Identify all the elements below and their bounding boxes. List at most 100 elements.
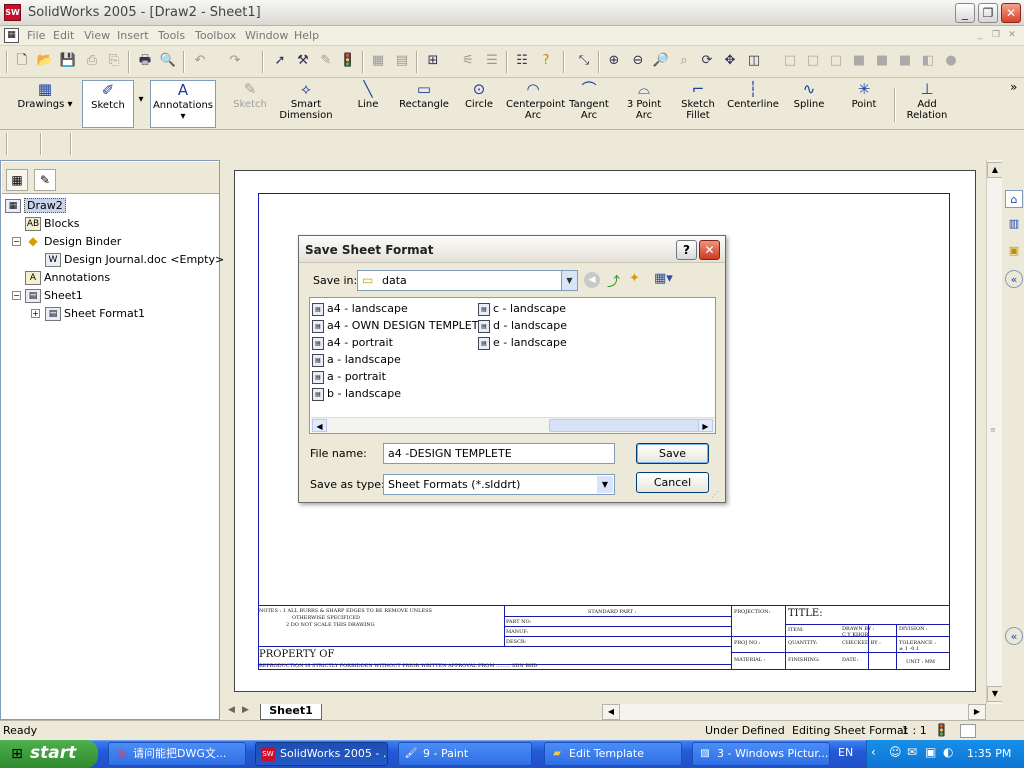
file-item[interactable]: ▤ c - landscape bbox=[478, 300, 598, 317]
sketch-tab[interactable]: ✐ Sketch bbox=[82, 80, 134, 128]
undo-icon[interactable]: ↶ bbox=[190, 51, 210, 71]
new-icon[interactable]: 🗋 bbox=[12, 51, 32, 71]
menu-toolbox[interactable]: Toolbox bbox=[195, 29, 236, 42]
select-pointer-icon[interactable]: ➚ bbox=[270, 51, 290, 71]
add-relation-button[interactable]: ⊥ Add Relation bbox=[902, 80, 952, 128]
dialog-help-button[interactable]: ? bbox=[676, 240, 697, 260]
tree-item-design-binder[interactable]: − ◆ Design Binder bbox=[5, 233, 215, 251]
help-icon[interactable]: ? bbox=[536, 51, 556, 71]
smart-dimension-button[interactable]: ⟡ Smart Dimension bbox=[278, 80, 334, 128]
insert-view-icon[interactable]: ⊞ bbox=[423, 51, 443, 71]
expand-pane-icon[interactable]: « bbox=[1005, 627, 1023, 645]
drawings-tab[interactable]: ▦ Drawings ▾ bbox=[10, 80, 80, 128]
properties-icon[interactable]: ☷ bbox=[512, 51, 532, 71]
file-item[interactable]: ▤ b - landscape bbox=[312, 385, 480, 402]
zoom-area-icon[interactable]: ⊖ bbox=[628, 51, 648, 71]
toolbar-grip[interactable] bbox=[6, 133, 8, 155]
tray-expand-icon[interactable]: ‹ bbox=[871, 745, 876, 759]
file-item[interactable]: ▤ a4 - OWN DESIGN TEMPLETE bbox=[312, 317, 485, 334]
open-icon[interactable]: 📂 bbox=[35, 51, 55, 71]
menu-file[interactable]: File bbox=[27, 29, 45, 42]
volume-icon[interactable]: ◐ bbox=[943, 745, 953, 759]
taskbar-item-edit-template[interactable]: ▰ Edit Template bbox=[544, 742, 682, 766]
file-item[interactable]: ▤ a4 - portrait bbox=[312, 334, 480, 351]
network-icon[interactable]: ▣ bbox=[925, 745, 936, 759]
taskbar-item-paint[interactable]: 🖌 9 - Paint bbox=[398, 742, 532, 766]
save-in-select[interactable]: ▭ data bbox=[357, 270, 578, 291]
zoom-preview-icon[interactable]: 🔍 bbox=[158, 51, 178, 71]
print-preview-icon[interactable]: ⎘ bbox=[104, 51, 124, 71]
zoom-in-out-icon[interactable]: 🔎 bbox=[651, 51, 671, 71]
line-button[interactable]: ╲ Line bbox=[348, 80, 388, 128]
shadows-icon[interactable]: ■ bbox=[895, 51, 915, 71]
spline-button[interactable]: ∿ Spline bbox=[788, 80, 830, 128]
resize-grip-icon[interactable]: ⋰ bbox=[711, 490, 719, 499]
vertical-scrollbar[interactable]: ▲ ≡ ▼ bbox=[986, 160, 1003, 704]
sheet-nav-next-icon[interactable]: ▶ bbox=[242, 705, 249, 715]
rebuild-icon[interactable]: 🚦 bbox=[338, 51, 358, 71]
file-name-input[interactable]: a4 -DESIGN TEMPLETE bbox=[383, 443, 615, 464]
sketch-tool-icon[interactable]: ✎ bbox=[316, 51, 336, 71]
menu-edit[interactable]: Edit bbox=[53, 29, 74, 42]
realview-icon[interactable]: ● bbox=[941, 51, 961, 71]
more-tools-chevron-icon[interactable]: » bbox=[1010, 80, 1017, 94]
3-point-arc-button[interactable]: ⌓ 3 Point Arc bbox=[618, 80, 670, 128]
menu-view[interactable]: View bbox=[84, 29, 110, 42]
collapse-icon[interactable]: − bbox=[12, 291, 21, 300]
sketch-fillet-button[interactable]: ⌐ Sketch Fillet bbox=[678, 80, 718, 128]
file-list-hscrollbar[interactable]: ◀ ▶ bbox=[311, 417, 715, 433]
zoom-selection-icon[interactable]: ⌕ bbox=[674, 51, 694, 71]
file-item[interactable]: ▤ a - portrait bbox=[312, 368, 480, 385]
section-view-icon[interactable]: ◧ bbox=[918, 51, 938, 71]
up-folder-icon[interactable]: ⤴ bbox=[607, 271, 620, 290]
taskbar-item-picture-viewer[interactable]: ▧ 3 - Windows Pictur... bbox=[692, 742, 830, 766]
library-icon[interactable]: ▥ bbox=[1005, 215, 1023, 233]
dialog-close-button[interactable]: ✕ bbox=[699, 240, 720, 260]
tree-root[interactable]: ▦ Draw2 bbox=[5, 197, 215, 215]
save-in-dropdown-icon[interactable]: ▼ bbox=[561, 271, 577, 290]
file-list[interactable]: ▤ a4 - landscape ▤ a4 - OWN DESIGN TEMPLET… bbox=[309, 297, 716, 434]
property-manager-tab-icon[interactable]: ✎ bbox=[34, 169, 56, 191]
tree-item-design-journal[interactable]: W Design Journal.doc <Empty> bbox=[5, 251, 224, 269]
centerpoint-arc-button[interactable]: ◠ Centerpoint Arc bbox=[506, 80, 565, 128]
doc-minimize-icon[interactable]: _ bbox=[973, 29, 987, 42]
file-item[interactable]: ▤ d - landscape bbox=[478, 317, 598, 334]
save-icon[interactable]: 💾 bbox=[58, 51, 78, 71]
shaded-icon[interactable]: ■ bbox=[872, 51, 892, 71]
scroll-left-icon[interactable]: ◀ bbox=[312, 419, 327, 432]
expand-icon[interactable]: + bbox=[31, 309, 40, 318]
collapse-icon[interactable]: − bbox=[12, 237, 21, 246]
layers-icon[interactable]: ▤ bbox=[392, 51, 412, 71]
clock[interactable]: 1:35 PM bbox=[967, 747, 1011, 760]
sketch-dropdown[interactable]: ▾ bbox=[135, 80, 147, 128]
doc-close-icon[interactable]: ✕ bbox=[1005, 29, 1019, 42]
list-icon[interactable]: ☰ bbox=[482, 51, 502, 71]
toolbar-grip[interactable] bbox=[70, 133, 72, 155]
zoom-to-fit-icon[interactable]: ⊕ bbox=[604, 51, 624, 71]
hidden-lines-visible-icon[interactable]: □ bbox=[803, 51, 823, 71]
file-item[interactable]: ▤ a4 - landscape bbox=[312, 300, 480, 317]
print-icon[interactable]: ⎙ bbox=[82, 51, 102, 71]
view-palette-icon[interactable]: ⚟ bbox=[458, 51, 478, 71]
menu-window[interactable]: Window bbox=[245, 29, 288, 42]
pan-icon[interactable]: ✥ bbox=[720, 51, 740, 71]
menu-insert[interactable]: Insert bbox=[117, 29, 149, 42]
toolbar-grip[interactable] bbox=[6, 51, 8, 73]
tree-item-sheet1[interactable]: − ▤ Sheet1 bbox=[5, 287, 215, 305]
centerline-button[interactable]: ┆ Centerline bbox=[726, 80, 780, 128]
menu-tools[interactable]: Tools bbox=[158, 29, 185, 42]
rotate-view-icon[interactable]: ⟳ bbox=[697, 51, 717, 71]
scroll-right-icon[interactable]: ▶ bbox=[698, 419, 713, 432]
solidworks-app-icon[interactable]: SW bbox=[4, 4, 21, 21]
save-button[interactable]: Save bbox=[636, 443, 709, 464]
file-item[interactable]: ▤ a - landscape bbox=[312, 351, 480, 368]
sketch-tool-button[interactable]: ✎ Sketch bbox=[230, 80, 270, 128]
annotations-tab[interactable]: A Annotations ▾ bbox=[150, 80, 216, 128]
messenger-icon[interactable]: ☺ bbox=[889, 745, 902, 759]
maximize-button[interactable]: ❐ bbox=[978, 3, 998, 23]
grid-icon[interactable]: ▦ bbox=[368, 51, 388, 71]
file-explorer-icon[interactable]: ▣ bbox=[1005, 242, 1023, 260]
wireframe-icon[interactable]: □ bbox=[780, 51, 800, 71]
circle-button[interactable]: ⊙ Circle bbox=[460, 80, 498, 128]
view-menu-icon[interactable]: ▦▾ bbox=[654, 271, 673, 286]
